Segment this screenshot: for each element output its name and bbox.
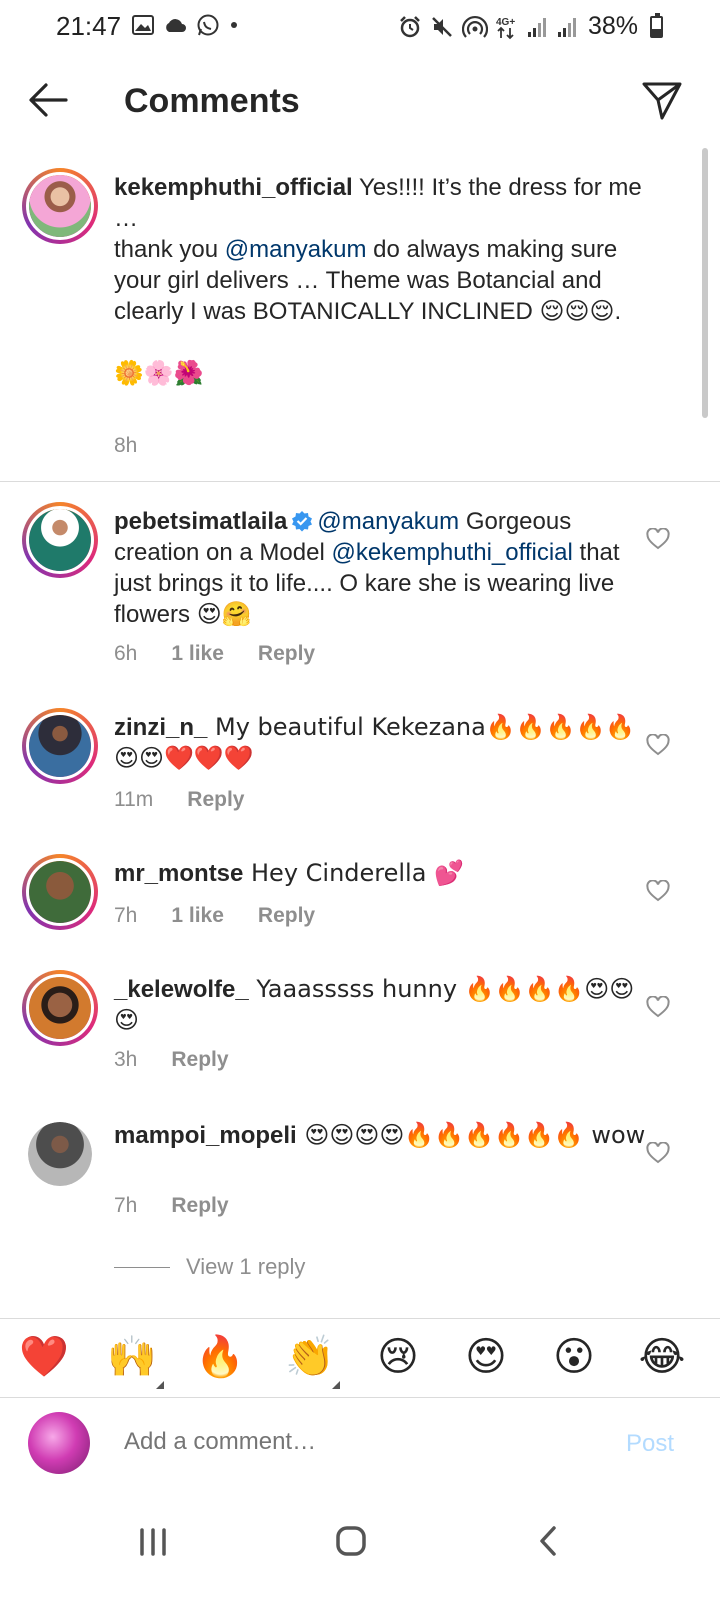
signal-icon-1 [528,17,546,37]
view-replies-label: View 1 reply [186,1254,306,1279]
alarm-icon [400,15,420,37]
page-title: Comments [124,82,300,120]
verified-badge-icon [292,511,313,532]
avatar[interactable] [22,970,98,1046]
battery-icon [650,12,664,38]
reply-button[interactable]: Reply [258,642,315,666]
like-heart-icon[interactable] [646,996,670,1018]
comment-username[interactable]: zinzi_n_ [114,714,207,741]
comment-username[interactable]: _kelewolfe_ [114,976,249,1003]
avatar[interactable] [22,502,98,578]
dot-icon [231,22,237,28]
mention-link[interactable]: @manyakum [225,236,367,263]
home-icon[interactable] [326,1516,376,1566]
comment-time: 3h [114,1048,138,1071]
recent-apps-icon[interactable] [128,1516,178,1566]
send-icon[interactable] [640,78,684,122]
comment-meta: 3h Reply [114,1048,229,1072]
comment-username[interactable]: mr_montse [114,860,243,887]
emoji-clap-button[interactable]: 👏 [280,1333,340,1381]
emoji-raised-hands-button[interactable]: 🙌 [102,1333,162,1381]
view-replies-line [114,1266,170,1268]
header: Comments [0,60,720,144]
comment-composer: Post [0,1400,720,1490]
like-heart-icon[interactable] [646,528,670,550]
network-4g-icon: 4G+ [496,17,515,39]
quick-emoji-bar: ❤️ 🙌 🔥 👏 😢 😍 😮 😂 [0,1318,720,1398]
comment-input[interactable] [124,1428,584,1456]
emoji-surprised-button[interactable]: 😮 [544,1333,604,1381]
comment-time: 6h [114,642,138,665]
emoji-cry-button[interactable]: 😢 [368,1333,428,1381]
skin-tone-indicator [156,1381,164,1389]
hotspot-icon [462,15,488,38]
mention-link[interactable]: @manyakum [317,508,459,535]
battery-percent: 38% [588,12,639,40]
comment-username[interactable]: mampoi_mopeli [114,1122,297,1149]
divider [0,481,720,482]
comment-meta: 7h Reply [114,1194,229,1218]
comment-time: 11m [114,788,154,811]
avatar[interactable] [22,1116,98,1192]
comment-username[interactable]: kekemphuthi_official [114,174,353,201]
cloud-icon [166,19,186,32]
comment-time: 7h [114,1194,138,1217]
comment-username[interactable]: pebetsimatlaila [114,508,287,535]
gallery-icon [132,15,154,35]
emoji-laugh-cry-button[interactable]: 😂 [632,1333,692,1381]
my-avatar [28,1412,90,1474]
back-nav-icon[interactable] [524,1516,574,1566]
like-heart-icon[interactable] [646,1142,670,1164]
system-nav-bar [0,1490,720,1600]
comment-meta: 6h 1 like Reply [114,642,315,666]
status-bar: 21:47 4G+ 38% [0,0,720,52]
emoji-heart-button[interactable]: ❤️ [14,1333,74,1381]
comment-text: pebetsimatlaila @manyakum Gorgeous creati… [114,508,620,628]
comment-time: 7h [114,904,138,927]
view-replies-button[interactable]: View 1 reply [114,1254,305,1280]
comment-time: 8h [114,434,138,457]
reply-button[interactable]: Reply [171,1048,228,1072]
like-heart-icon[interactable] [646,734,670,756]
comment-text: mr_montse Hey Cinderella 💕 [114,859,464,887]
emoji-fire-button[interactable]: 🔥 [190,1333,250,1381]
comment-text: _kelewolfe_ Yaaasssss hunny 🔥🔥🔥🔥😍😍😍 [114,975,635,1034]
like-heart-icon[interactable] [646,880,670,902]
signal-icon-2 [558,17,576,37]
avatar[interactable] [22,708,98,784]
svg-text:4G+: 4G+ [496,17,515,28]
comment-text: zinzi_n_ My beautiful Kekezana🔥🔥🔥🔥🔥😍😍❤️❤… [114,713,636,772]
mute-icon [432,16,452,37]
scrollbar[interactable] [702,148,708,418]
comment-meta: 11m Reply [114,788,244,812]
emoji-heart-eyes-button[interactable]: 😍 [456,1333,516,1381]
likes-count[interactable]: 1 like [171,904,224,928]
comment-text: kekemphuthi_official Yes!!!! It’s the dr… [114,174,642,387]
skin-tone-indicator [332,1381,340,1389]
mention-link[interactable]: @kekemphuthi_official [331,539,572,566]
comment-meta: 8h [114,434,137,458]
reply-button[interactable]: Reply [171,1194,228,1218]
whatsapp-icon [197,14,219,36]
avatar[interactable] [22,168,98,244]
post-button[interactable]: Post [626,1430,674,1458]
avatar[interactable] [22,854,98,930]
comment-meta: 7h 1 like Reply [114,904,315,928]
reply-button[interactable]: Reply [258,904,315,928]
reply-button[interactable]: Reply [187,788,244,812]
back-arrow-icon[interactable] [26,80,70,120]
likes-count[interactable]: 1 like [171,642,224,666]
status-time: 21:47 [56,11,122,41]
comment-text: mampoi_mopeli 😍😍😍😍🔥🔥🔥🔥🔥🔥 wow [114,1121,646,1149]
